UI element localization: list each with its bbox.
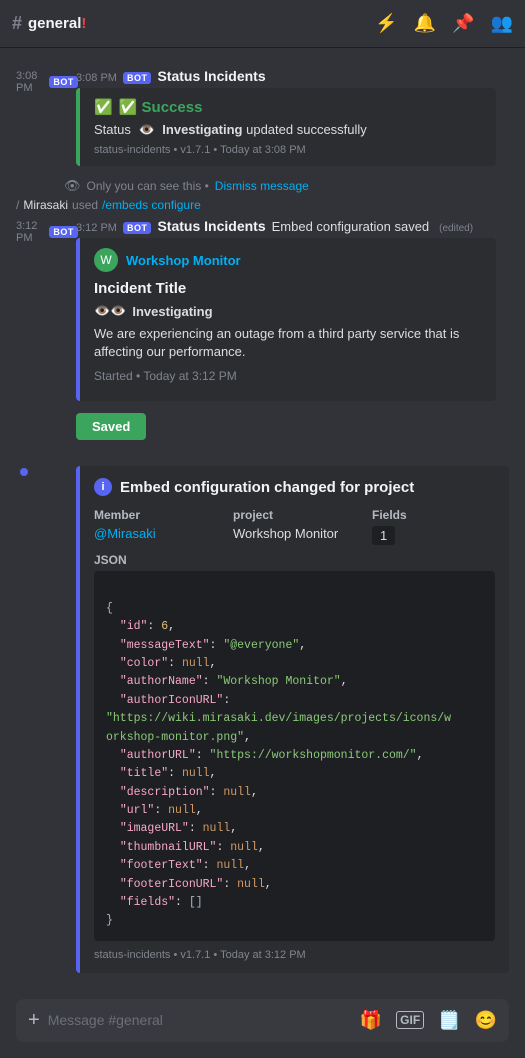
- embed-success-status: Status 👁️ Investigating updated successf…: [94, 122, 482, 138]
- left-spacer-2: 3:12 PM BOT: [16, 218, 64, 244]
- hash-icon: #: [12, 13, 22, 34]
- message-content-3: i Embed configuration changed for projec…: [76, 462, 509, 972]
- embed-workshop-title: Incident Title: [94, 280, 482, 297]
- separator: [0, 450, 525, 458]
- topbar: # general! ⚡ 🔔 📌 👥: [0, 0, 525, 48]
- message-group-2: 3:12 PM BOT 3:12 PM BOT Status Incidents…: [0, 214, 525, 446]
- embed-workshop-header: W Workshop Monitor: [94, 248, 482, 272]
- gif-icon[interactable]: GIF: [396, 1011, 424, 1029]
- workshop-icon: W: [94, 248, 118, 272]
- msg1-author: Status Incidents: [157, 68, 265, 84]
- filter-icon[interactable]: ⚡: [375, 13, 397, 34]
- timestamp-1: 3:08 PM: [16, 70, 37, 94]
- success-label: ✅ Success: [119, 98, 203, 116]
- message-input-area: + 🎁 GIF 🗒️ 😊: [0, 991, 525, 1058]
- member-label: Member: [94, 508, 217, 522]
- embed-changed-label: Embed configuration changed for project: [120, 479, 414, 496]
- message-row-1: 3:08 PM BOT 3:08 PM BOT Status Incidents…: [16, 68, 509, 166]
- fields-label: Fields: [372, 508, 495, 522]
- message-row-2: 3:12 PM BOT 3:12 PM BOT Status Incidents…: [16, 218, 509, 440]
- info-badge: i: [94, 478, 112, 496]
- embed-field-fields: Fields 1: [372, 508, 495, 545]
- embed-success-title: ✅ ✅ Success: [94, 98, 482, 116]
- embed-changed: i Embed configuration changed for projec…: [76, 466, 509, 972]
- system-text: Only you can see this •: [87, 179, 209, 193]
- channel-title: # general!: [12, 13, 86, 34]
- message-input-container: + 🎁 GIF 🗒️ 😊: [16, 999, 509, 1042]
- message-content-2: 3:12 PM BOT Status Incidents Embed confi…: [76, 218, 509, 440]
- embed-fields-row: Member @Mirasaki project Workshop Monito…: [94, 508, 495, 545]
- messages-area: 3:08 PM BOT 3:08 PM BOT Status Incidents…: [0, 48, 525, 991]
- embed-success-footer: status-incidents • v1.7.1 • Today at 3:0…: [94, 144, 482, 156]
- member-value: @Mirasaki: [94, 526, 217, 541]
- message-content-1: 3:08 PM BOT Status Incidents ✅ ✅ Success…: [76, 68, 509, 166]
- msg2-time: 3:12 PM: [76, 222, 117, 234]
- system-message: 👁 Only you can see this • Dismiss messag…: [0, 176, 525, 196]
- input-icons: 🎁 GIF 🗒️ 😊: [360, 1010, 497, 1031]
- message-header-1: 3:08 PM BOT Status Incidents: [76, 68, 509, 84]
- left-spacer: 3:08 PM BOT: [16, 68, 64, 94]
- gift-icon[interactable]: 🎁: [360, 1010, 382, 1031]
- message-group-1: 3:08 PM BOT 3:08 PM BOT Status Incidents…: [0, 64, 525, 172]
- message-row-3: i Embed configuration changed for projec…: [16, 462, 509, 972]
- status-label: Status: [94, 122, 131, 137]
- workshop-name: Workshop Monitor: [126, 253, 241, 268]
- pin-icon[interactable]: 📌: [452, 13, 474, 34]
- members-icon[interactable]: 👥: [491, 13, 513, 34]
- embed-started: Started • Today at 3:12 PM: [94, 369, 482, 383]
- investigating-eyes-icon: 👁️👁️: [94, 303, 126, 319]
- json-label: JSON: [94, 553, 495, 567]
- project-value: Workshop Monitor: [233, 526, 356, 541]
- msg1-bot: BOT: [123, 72, 152, 84]
- msg2-bot: BOT: [123, 222, 152, 234]
- eye-icon: 👁: [64, 178, 81, 194]
- message-input[interactable]: [48, 1012, 352, 1028]
- status-action: Investigating: [162, 122, 242, 137]
- status-eyes-icon: 👁️: [138, 122, 154, 137]
- add-attachment-icon[interactable]: +: [28, 1009, 40, 1032]
- success-check-icon: ✅: [94, 98, 113, 116]
- sticker-icon[interactable]: 🗒️: [438, 1010, 460, 1031]
- channel-name-accent: !: [81, 15, 86, 32]
- command-user: Mirasaki: [23, 198, 68, 212]
- left-spacer-3: [16, 462, 64, 476]
- embed-investigating: 👁️👁️ Investigating: [94, 303, 482, 319]
- dismiss-link[interactable]: Dismiss message: [215, 179, 309, 193]
- investigating-label: Investigating: [132, 304, 212, 319]
- embed-changed-footer: status-incidents • v1.7.1 • Today at 3:1…: [94, 949, 495, 961]
- msg2-author: Status Incidents: [157, 218, 265, 234]
- embed-changed-title: i Embed configuration changed for projec…: [94, 478, 495, 496]
- embed-success: ✅ ✅ Success Status 👁️ Investigating upda…: [76, 88, 496, 166]
- saved-button[interactable]: Saved: [76, 413, 146, 440]
- message-group-3: i Embed configuration changed for projec…: [0, 458, 525, 978]
- msg1-time: 3:08 PM: [76, 72, 117, 84]
- message-header-2: 3:12 PM BOT Status Incidents Embed confi…: [76, 218, 509, 234]
- bell-icon[interactable]: 🔔: [414, 13, 436, 34]
- msg2-edited: (edited): [439, 223, 473, 234]
- embed-field-member: Member @Mirasaki: [94, 508, 217, 545]
- command-link[interactable]: /embeds configure: [102, 198, 201, 212]
- fields-value: 1: [372, 526, 395, 545]
- status-detail: updated successfully: [246, 122, 367, 137]
- bot-badge-1: BOT: [49, 76, 78, 88]
- used-text: used: [72, 198, 98, 212]
- embed-field-project: project Workshop Monitor: [233, 508, 356, 545]
- emoji-icon[interactable]: 😊: [475, 1010, 497, 1031]
- embed-workshop: W Workshop Monitor Incident Title 👁️👁️ I…: [76, 238, 496, 401]
- bot-badge-2: BOT: [49, 226, 78, 238]
- msg2-inline-label: Embed configuration saved: [272, 219, 430, 234]
- command-used: / Mirasaki used /embeds configure: [0, 196, 525, 214]
- channel-name: general!: [28, 15, 86, 32]
- topbar-icons: ⚡ 🔔 📌 👥: [375, 13, 513, 34]
- json-block: { "id": 6, "messageText": "@everyone", "…: [94, 571, 495, 940]
- timestamp-2: 3:12 PM: [16, 220, 37, 244]
- slash-icon: /: [16, 198, 19, 212]
- project-label: project: [233, 508, 356, 522]
- embed-workshop-body: We are experiencing an outage from a thi…: [94, 325, 482, 361]
